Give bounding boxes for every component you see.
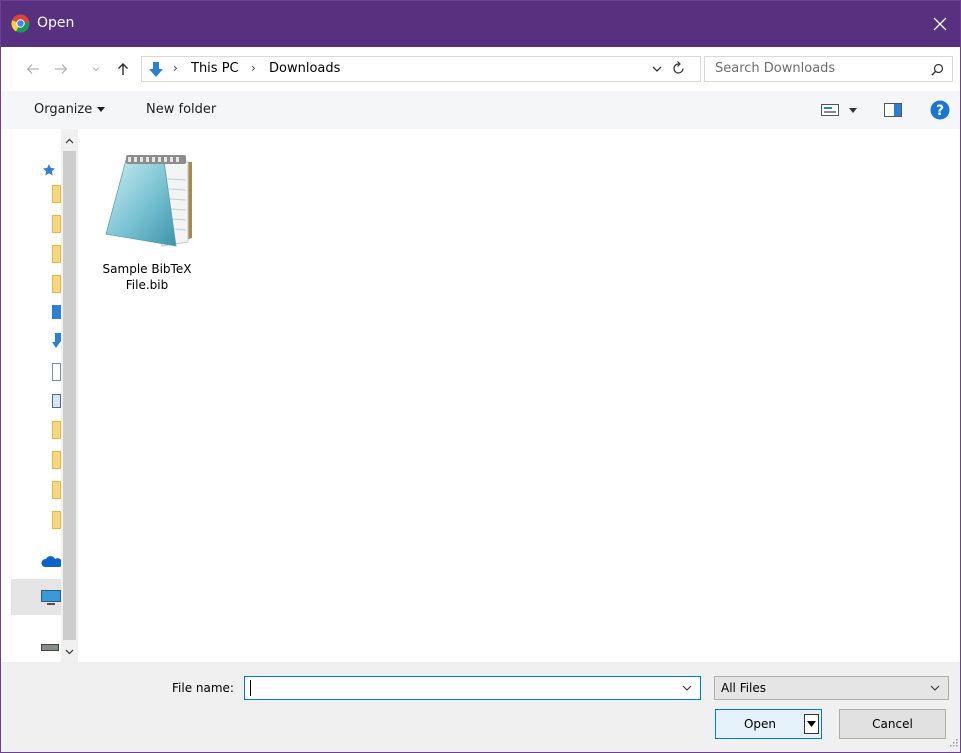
- document-icon[interactable]: [52, 363, 61, 381]
- dropdown-arrow-icon: [807, 721, 816, 727]
- refresh-button[interactable]: [672, 60, 686, 79]
- dialog-footer: File name: All Files Open Cancel: [1, 662, 960, 752]
- organize-label: Organize: [34, 102, 93, 117]
- file-list[interactable]: Sample BibTeX File.bib: [79, 129, 960, 662]
- breadcrumb-separator: ›: [251, 61, 256, 75]
- open-button-label: Open: [743, 717, 777, 731]
- view-dropdown-icon[interactable]: [849, 108, 857, 113]
- file-name-combobox[interactable]: [244, 676, 701, 700]
- svg-text:?: ?: [936, 103, 944, 119]
- window-title: Open: [37, 15, 75, 31]
- forward-arrow-icon: [55, 64, 68, 74]
- back-arrow-icon: [26, 64, 39, 74]
- file-type-filter[interactable]: All Files: [714, 676, 949, 700]
- chevron-down-icon: [930, 685, 940, 691]
- breadcrumb[interactable]: › This PC › Downloads: [141, 56, 701, 82]
- search-input[interactable]: [715, 61, 915, 76]
- cancel-button-label: Cancel: [872, 717, 913, 731]
- file-name-line: File.bib: [125, 278, 169, 292]
- dropdown-arrow-icon: [97, 107, 106, 112]
- onedrive-icon[interactable]: [41, 556, 63, 571]
- this-pc-icon[interactable]: [41, 590, 61, 609]
- folder-icon[interactable]: [52, 185, 61, 203]
- help-button[interactable]: ?: [930, 100, 950, 123]
- help-icon: ?: [930, 100, 950, 120]
- up-button[interactable]: [113, 56, 133, 82]
- folder-icon[interactable]: [52, 245, 61, 263]
- folder-icon[interactable]: [52, 275, 61, 293]
- refresh-icon: [673, 61, 684, 74]
- scroll-down-button[interactable]: [61, 643, 78, 660]
- nav-scrollbar-thumb[interactable]: [63, 151, 76, 640]
- recent-locations-button[interactable]: [89, 56, 103, 82]
- breadcrumb-separator: ›: [173, 61, 178, 75]
- file-name-label: Sample BibTeX File.bib: [99, 261, 195, 293]
- view-options-icon: [821, 104, 839, 116]
- search-box[interactable]: [704, 56, 953, 82]
- file-name-label: File name:: [172, 681, 234, 695]
- folder-icon[interactable]: [52, 451, 61, 469]
- file-type-dropdown-button[interactable]: [930, 682, 940, 696]
- chevron-down-icon: [92, 67, 100, 72]
- file-name-line: Sample BibTeX: [102, 262, 192, 276]
- preview-pane-button[interactable]: [884, 103, 902, 120]
- file-item[interactable]: Sample BibTeX File.bib: [99, 145, 195, 305]
- navigation-pane[interactable]: [1, 129, 79, 662]
- close-button[interactable]: [920, 1, 960, 47]
- resize-grip-icon[interactable]: [948, 736, 958, 750]
- text-caret: [250, 680, 251, 696]
- file-name-dropdown-button[interactable]: [682, 682, 692, 696]
- folder-icon[interactable]: [52, 481, 61, 499]
- change-view-button[interactable]: [821, 104, 839, 119]
- cancel-button[interactable]: Cancel: [839, 709, 946, 739]
- preview-pane-icon: [884, 103, 902, 117]
- back-button[interactable]: [23, 56, 43, 82]
- file-type-value: All Files: [721, 681, 767, 695]
- drive-icon[interactable]: [41, 641, 59, 655]
- new-folder-button[interactable]: New folder: [146, 102, 216, 117]
- title-bar: Open: [1, 1, 960, 47]
- downloads-icon[interactable]: [52, 333, 61, 352]
- scroll-up-button[interactable]: [61, 132, 78, 149]
- folder-icon[interactable]: [52, 215, 61, 233]
- notepad-file-icon: [104, 150, 194, 253]
- downloads-icon: [147, 61, 165, 82]
- chrome-icon: [11, 14, 30, 33]
- close-icon: [933, 17, 947, 31]
- command-bar: Organize New folder ?: [1, 91, 960, 130]
- folder-icon[interactable]: [52, 421, 61, 439]
- quick-access-star-icon[interactable]: [42, 163, 56, 180]
- address-history-button[interactable]: [651, 61, 663, 80]
- pictures-icon[interactable]: [52, 394, 61, 408]
- search-icon: [931, 63, 944, 79]
- chevron-down-icon: [652, 66, 662, 72]
- open-button[interactable]: Open: [715, 709, 822, 739]
- forward-button[interactable]: [51, 56, 71, 82]
- up-arrow-icon: [118, 63, 128, 75]
- organize-button[interactable]: Organize: [34, 102, 106, 117]
- open-dialog: Open › This PC › Downloads Search Downlo…: [0, 0, 961, 753]
- chevron-up-icon: [65, 138, 74, 143]
- breadcrumb-this-pc[interactable]: This PC: [191, 61, 239, 76]
- address-bar: › This PC › Downloads: [1, 47, 960, 91]
- open-options-dropdown[interactable]: [804, 714, 819, 734]
- chevron-down-icon: [682, 685, 692, 691]
- file-name-input[interactable]: [249, 680, 659, 696]
- chevron-down-icon: [65, 649, 74, 654]
- breadcrumb-downloads[interactable]: Downloads: [269, 61, 340, 76]
- folder-icon[interactable]: [52, 511, 61, 529]
- desktop-icon[interactable]: [52, 305, 61, 319]
